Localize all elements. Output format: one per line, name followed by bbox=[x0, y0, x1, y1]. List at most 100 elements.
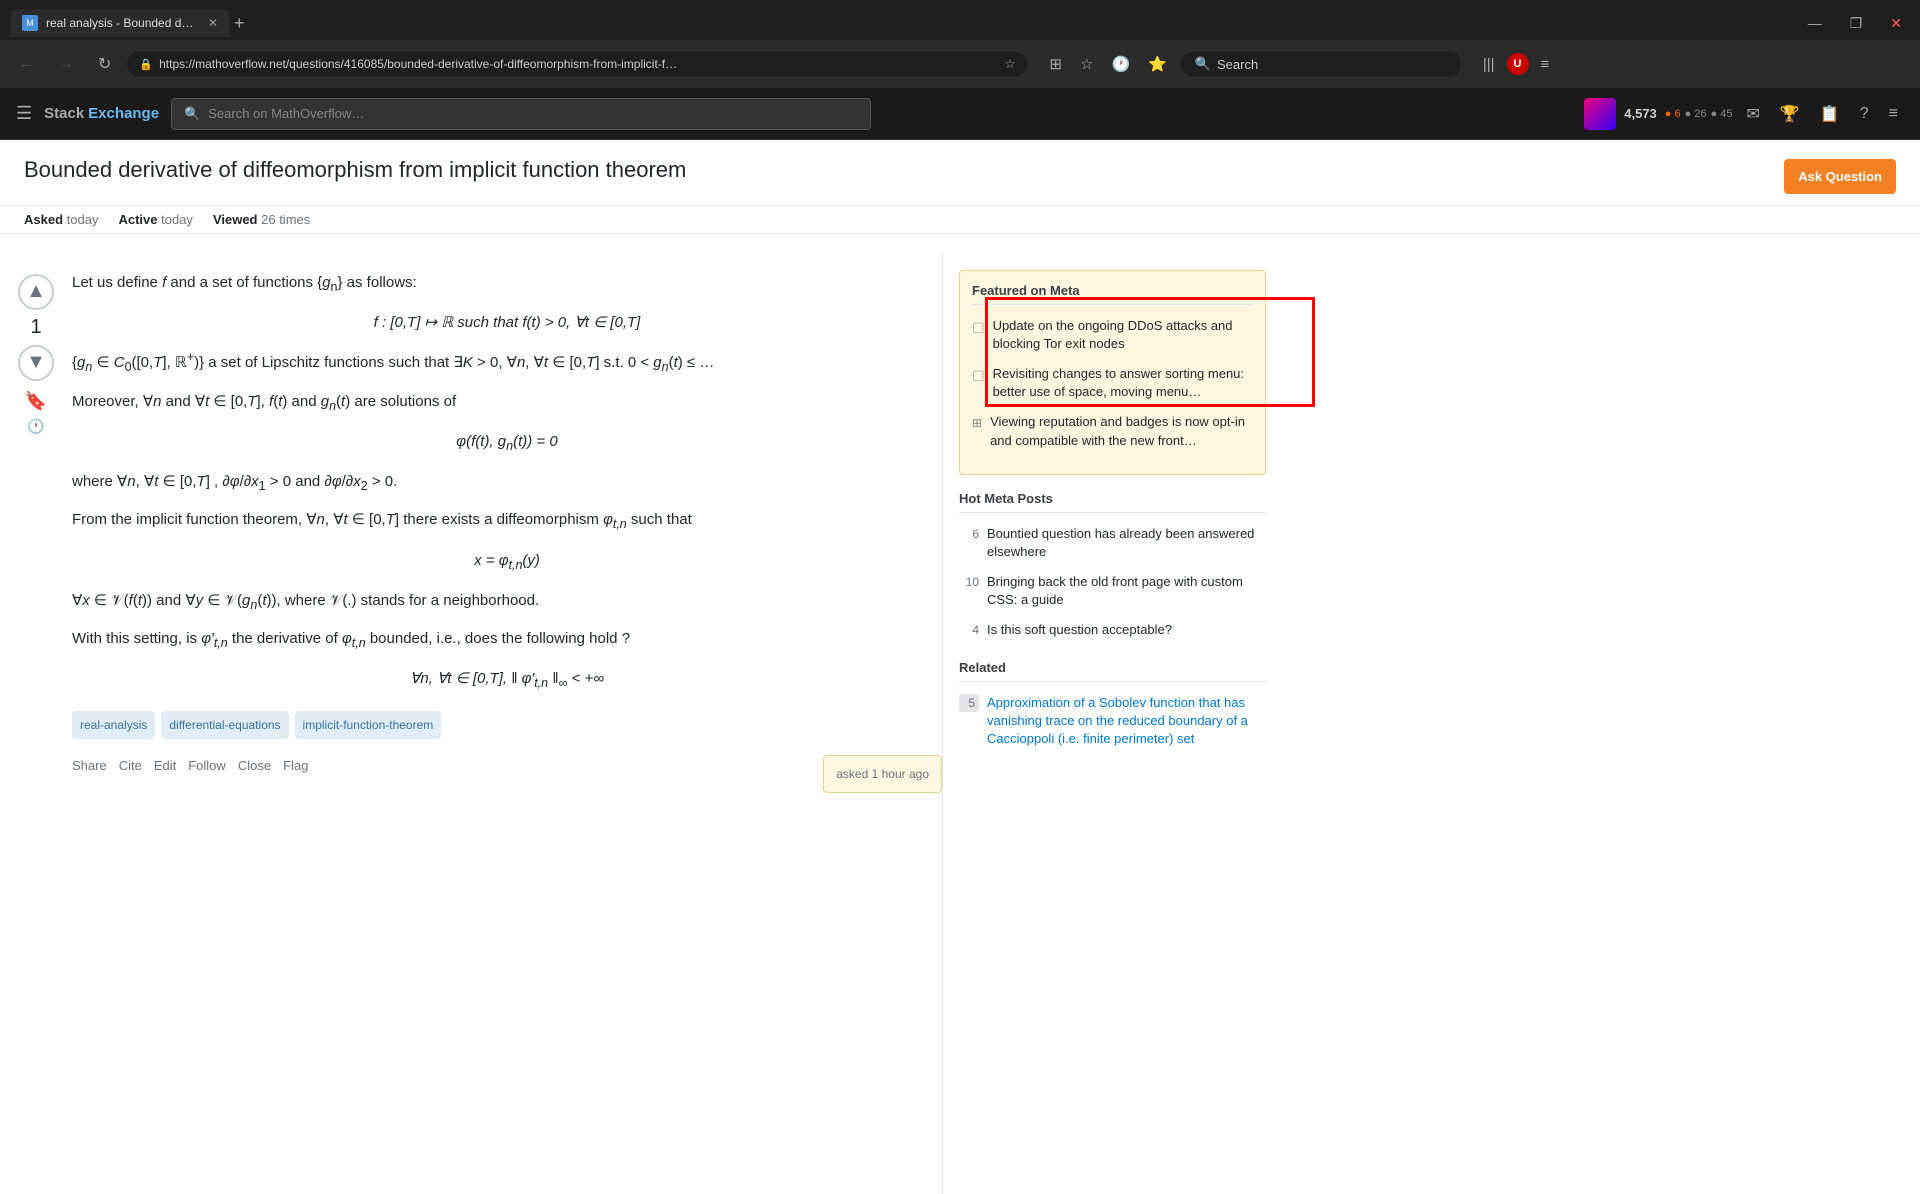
new-tab-button[interactable]: + bbox=[234, 13, 245, 34]
history-button[interactable]: 🕐 bbox=[27, 418, 44, 435]
checkbox-icon-1[interactable]: ☐ bbox=[972, 319, 985, 353]
hot-meta-section: Hot Meta Posts 6 Bountied question has a… bbox=[959, 491, 1266, 640]
hot-meta-count-2: 10 bbox=[959, 573, 979, 589]
tag-implicit-function[interactable]: implicit-function-theorem bbox=[295, 711, 442, 739]
browser-extra-icons: ||| U ≡ bbox=[1477, 52, 1555, 77]
related-count-1: 5 bbox=[959, 694, 979, 712]
hamburger-menu-icon[interactable]: ☰ bbox=[16, 103, 32, 124]
featured-on-meta-section: Featured on Meta ☐ Update on the ongoing… bbox=[959, 270, 1266, 475]
browser-search-label: Search bbox=[1217, 57, 1258, 72]
body-para-1: Let us define f and a set of functions {… bbox=[72, 270, 942, 298]
math-formula-1: f : [0,T] ↦ ℝ such that f(t) > 0, ∀t ∈ [… bbox=[72, 310, 942, 336]
reputation-badges: ● 6 ● 26 ● 45 bbox=[1665, 108, 1733, 120]
browser-search-icon: 🔍 bbox=[1195, 56, 1211, 72]
hot-meta-count-1: 6 bbox=[959, 525, 979, 541]
tab-favicon: M bbox=[22, 15, 38, 31]
browser-window: M real analysis - Bounded derivati… ✕ + … bbox=[0, 0, 1920, 140]
vote-down-button[interactable]: ▼ bbox=[18, 345, 54, 381]
vote-count: 1 bbox=[30, 316, 41, 339]
body-para-6: ∀x ∈ 𝒱(f(t)) and ∀y ∈ 𝒱(gn(t)), where 𝒱(… bbox=[72, 588, 942, 616]
minimize-button[interactable]: — bbox=[1800, 13, 1830, 34]
close-window-button[interactable]: ✕ bbox=[1882, 13, 1910, 34]
user-avatar-icon[interactable]: U bbox=[1507, 53, 1529, 75]
bookmark-button[interactable]: 🔖 bbox=[25, 391, 47, 412]
favorites-icon[interactable]: ☆ bbox=[1074, 51, 1099, 77]
address-bar[interactable]: 🔒 https://mathoverflow.net/questions/416… bbox=[127, 51, 1027, 77]
collections-icon[interactable]: ⭐ bbox=[1142, 51, 1173, 77]
featured-item-3: ⊞ Viewing reputation and badges is now o… bbox=[972, 413, 1253, 449]
refresh-button[interactable]: ↻ bbox=[90, 50, 119, 78]
meta-icon-3: ⊞ bbox=[972, 415, 982, 449]
achievements-icon[interactable]: 🏆 bbox=[1774, 100, 1806, 128]
question-title: Bounded derivative of diffeomorphism fro… bbox=[24, 156, 1784, 185]
browser-menu-icon[interactable]: ≡ bbox=[1535, 52, 1556, 77]
hot-meta-item-2: 10 Bringing back the old front page with… bbox=[959, 573, 1266, 609]
cite-link[interactable]: Cite bbox=[119, 755, 142, 777]
right-sidebar: Featured on Meta ☐ Update on the ongoing… bbox=[942, 254, 1282, 1194]
active-meta: Active today bbox=[118, 212, 192, 227]
related-section-title: Related bbox=[959, 660, 1266, 682]
tag-diff-equations[interactable]: differential-equations bbox=[161, 711, 288, 739]
featured-item-3-text: Viewing reputation and badges is now opt… bbox=[990, 413, 1253, 449]
related-link-1[interactable]: Approximation of a Sobolev function that… bbox=[987, 694, 1266, 749]
site-menu-icon[interactable]: ≡ bbox=[1883, 101, 1904, 127]
flag-link[interactable]: Flag bbox=[283, 755, 308, 777]
close-link[interactable]: Close bbox=[238, 755, 271, 777]
body-para-3: Moreover, ∀n and ∀t ∈ [0,T], f(t) and gn… bbox=[72, 389, 942, 417]
follow-link[interactable]: Follow bbox=[188, 755, 226, 777]
extensions-icon[interactable]: ⊞ bbox=[1043, 51, 1068, 77]
reputation-area: 4,573 ● 6 ● 26 ● 45 ✉ 🏆 📋 ? ≡ bbox=[1584, 98, 1904, 130]
hot-meta-link-2[interactable]: Bringing back the old front page with cu… bbox=[987, 573, 1266, 609]
checkbox-icon-2[interactable]: ☐ bbox=[972, 367, 985, 401]
back-button[interactable]: ← bbox=[10, 51, 42, 77]
url-text: https://mathoverflow.net/questions/41608… bbox=[159, 57, 999, 71]
vote-up-button[interactable]: ▲ bbox=[18, 274, 54, 310]
review-icon[interactable]: 📋 bbox=[1814, 100, 1846, 128]
related-item-1: 5 Approximation of a Sobolev function th… bbox=[959, 694, 1266, 749]
hot-meta-item-3: 4 Is this soft question acceptable? bbox=[959, 621, 1266, 639]
related-section: Related 5 Approximation of a Sobolev fun… bbox=[959, 660, 1266, 749]
featured-item-1: ☐ Update on the ongoing DDoS attacks and… bbox=[972, 317, 1253, 353]
site-search-placeholder: Search on MathOverflow… bbox=[208, 106, 364, 121]
restore-button[interactable]: ❐ bbox=[1842, 13, 1871, 34]
share-link[interactable]: Share bbox=[72, 755, 107, 777]
user-avatar[interactable] bbox=[1584, 98, 1616, 130]
edit-link[interactable]: Edit bbox=[154, 755, 176, 777]
site-search-icon: 🔍 bbox=[184, 106, 200, 122]
featured-item-2: ☐ Revisiting changes to answer sorting m… bbox=[972, 365, 1253, 401]
bookmark-icon: ☆ bbox=[1005, 57, 1016, 71]
tag-real-analysis[interactable]: real-analysis bbox=[72, 711, 155, 739]
ask-question-button[interactable]: Ask Question bbox=[1784, 159, 1896, 194]
math-formula-4: x = φt,n(y) bbox=[72, 548, 942, 576]
asked-time: asked 1 hour ago bbox=[836, 767, 929, 781]
nav-bar: ← → ↻ 🔒 https://mathoverflow.net/questio… bbox=[0, 40, 1920, 88]
hot-meta-link-1[interactable]: Bountied question has already been answe… bbox=[987, 525, 1266, 561]
hot-meta-link-3[interactable]: Is this soft question acceptable? bbox=[987, 621, 1172, 639]
featured-item-1-text: Update on the ongoing DDoS attacks and b… bbox=[993, 317, 1253, 353]
inbox-icon[interactable]: ✉ bbox=[1741, 100, 1766, 128]
toolbar-icons: ⊞ ☆ 🕐 ⭐ bbox=[1043, 51, 1172, 77]
close-tab-button[interactable]: ✕ bbox=[208, 16, 218, 30]
help-icon[interactable]: ? bbox=[1854, 101, 1875, 127]
reading-list-icon[interactable]: ||| bbox=[1477, 52, 1501, 77]
tag-list: real-analysis differential-equations imp… bbox=[72, 711, 942, 739]
body-para-7: With this setting, is φ′t,n the derivati… bbox=[72, 626, 942, 654]
featured-section-title: Featured on Meta bbox=[972, 283, 1253, 305]
browser-search-bar[interactable]: 🔍 Search bbox=[1181, 51, 1461, 77]
window-controls: — ❐ ✕ bbox=[1800, 13, 1910, 34]
math-formula-3: φ(f(t), gn(t)) = 0 bbox=[72, 429, 942, 457]
tab-bar: M real analysis - Bounded derivati… ✕ + … bbox=[0, 0, 1920, 40]
reputation-number: 4,573 bbox=[1624, 106, 1657, 121]
asked-meta: Asked today bbox=[24, 212, 98, 227]
body-para-2: {gn ∈ C0([0,T], ℝ+)} a set of Lipschitz … bbox=[72, 347, 942, 378]
active-tab[interactable]: M real analysis - Bounded derivati… ✕ bbox=[10, 9, 230, 37]
site-search-box[interactable]: 🔍 Search on MathOverflow… bbox=[171, 98, 871, 130]
site-logo[interactable]: Stack Exchange bbox=[44, 105, 159, 122]
history-icon[interactable]: 🕐 bbox=[1105, 51, 1136, 77]
math-formula-5: ∀n, ∀t ∈ [0,T], ‖ φ′t,n ‖∞ < +∞ bbox=[72, 666, 942, 694]
site-header: ☰ Stack Exchange 🔍 Search on MathOverflo… bbox=[0, 88, 1920, 140]
body-para-4: where ∀n, ∀t ∈ [0,T] , ∂φ/∂x1 > 0 and ∂φ… bbox=[72, 469, 942, 497]
asked-info-box: asked 1 hour ago bbox=[823, 755, 942, 793]
hot-meta-title: Hot Meta Posts bbox=[959, 491, 1266, 513]
forward-button[interactable]: → bbox=[50, 51, 82, 77]
